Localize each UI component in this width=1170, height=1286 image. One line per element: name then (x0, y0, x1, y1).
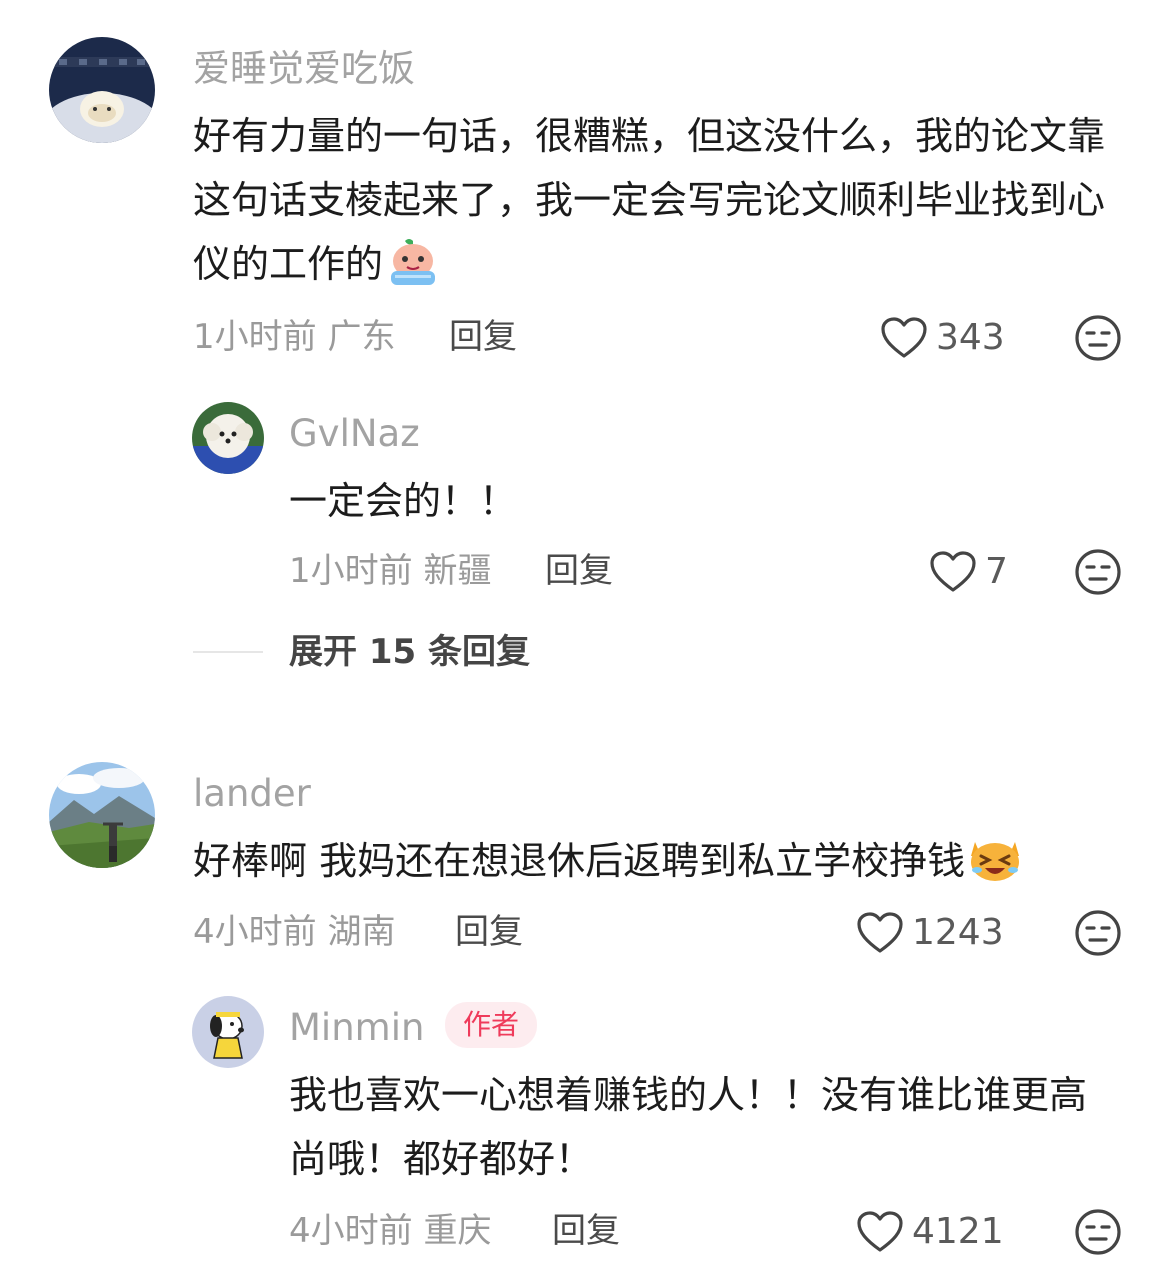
dislike-button[interactable] (1074, 548, 1122, 596)
neutral-face-icon (1075, 315, 1121, 361)
reply-meta: 4小时前 重庆 (289, 1214, 491, 1248)
reply-button[interactable]: 回复 (552, 1214, 620, 1248)
like-button[interactable]: 4121 (856, 1210, 1004, 1254)
reply-button[interactable]: 回复 (449, 320, 517, 354)
reply-time: 1小时前 (289, 551, 413, 591)
dislike-button[interactable] (1074, 1208, 1122, 1256)
expand-replies-button[interactable]: 展开 15 条回复 (289, 635, 530, 669)
reply-button[interactable]: 回复 (455, 915, 523, 949)
comment-meta: 4小时前 湖南 (193, 915, 395, 949)
neutral-face-icon (1075, 910, 1121, 956)
laughing-cat-emoji (967, 832, 1023, 903)
username[interactable]: 爱睡觉爱吃饭 (193, 50, 415, 87)
username[interactable]: Minmin (289, 1009, 424, 1046)
comment-meta: 1小时前 广东 (193, 320, 395, 354)
heart-outline-icon (857, 1211, 903, 1252)
username[interactable]: lander (193, 775, 311, 812)
username[interactable]: GvlNaz (289, 415, 420, 452)
like-count: 1243 (912, 912, 1004, 953)
heart-outline-icon (857, 912, 903, 953)
reply-content: 一定会的！！ (289, 479, 518, 523)
comment-time: 4小时前 (193, 912, 317, 952)
comment-content: 好棒啊 我妈还在想退休后返聘到私立学校挣钱 (193, 829, 1123, 903)
avatar-snoopy-image (192, 996, 264, 1068)
comment-text: 好棒啊 我妈还在想退休后返聘到私立学校挣钱 (193, 839, 966, 883)
avatar[interactable] (49, 37, 155, 143)
author-badge: 作者 (445, 1002, 538, 1048)
avatar[interactable] (49, 762, 155, 868)
heart-outline-icon (930, 551, 976, 592)
comment-content: 好有力量的一句话，很糟糕，但这没什么，我的论文靠这句话支棱起来了，我一定会写完论… (193, 104, 1123, 306)
reply-content: 我也喜欢一心想着赚钱的人！！没有谁比谁更高尚哦！都好都好！ (289, 1073, 1088, 1181)
heart-outline-icon (881, 317, 927, 358)
comment-location: 广东 (327, 317, 396, 357)
comment-text: 好有力量的一句话，很糟糕，但这没什么，我的论文靠这句话支棱起来了，我一定会写完论… (193, 114, 1106, 286)
reply-location: 重庆 (423, 1211, 492, 1251)
avatar-night-cat-image (49, 37, 155, 143)
avatar-mountain-image (49, 762, 155, 868)
crying-peach-emoji (385, 237, 441, 306)
like-count: 7 (985, 551, 1008, 592)
like-button[interactable]: 1243 (856, 911, 1004, 955)
like-button[interactable]: 343 (880, 316, 1005, 360)
avatar-white-dog-image (192, 402, 264, 474)
reply-location: 新疆 (423, 551, 492, 591)
comment-location: 湖南 (327, 912, 396, 952)
neutral-face-icon (1075, 549, 1121, 595)
expand-divider (193, 651, 263, 653)
neutral-face-icon (1075, 1209, 1121, 1255)
avatar[interactable] (192, 402, 264, 474)
like-count: 4121 (912, 1211, 1004, 1252)
comment-time: 1小时前 (193, 317, 317, 357)
like-button[interactable]: 7 (929, 550, 1008, 594)
dislike-button[interactable] (1074, 909, 1122, 957)
reply-button[interactable]: 回复 (545, 554, 613, 588)
reply-time: 4小时前 (289, 1211, 413, 1251)
reply-meta: 1小时前 新疆 (289, 554, 491, 588)
like-count: 343 (936, 317, 1005, 358)
dislike-button[interactable] (1074, 314, 1122, 362)
avatar[interactable] (192, 996, 264, 1068)
